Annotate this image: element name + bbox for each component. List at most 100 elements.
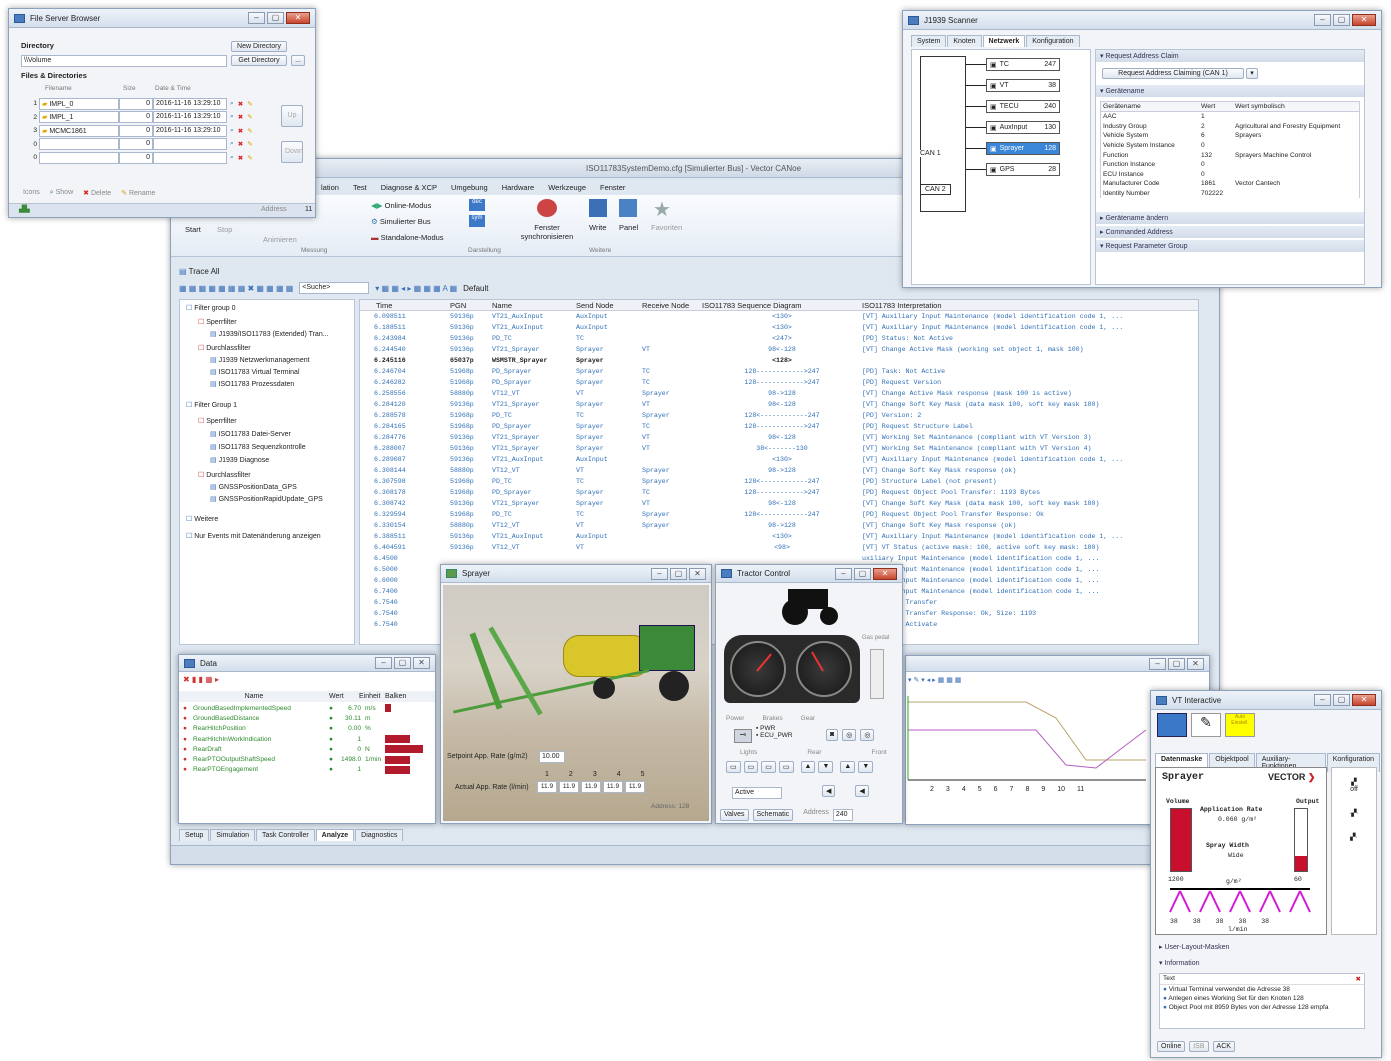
tab-knoten[interactable]: Knoten [947,35,982,47]
col-pgn[interactable]: PGN [450,301,492,310]
light-right-button[interactable]: ▭ [743,761,759,773]
request-pg-section[interactable]: ▾ Request Parameter Group [1096,240,1364,253]
gear-n-button[interactable]: ◙ [826,729,839,741]
online-mode-button[interactable]: ◀▶ Online-Modus [371,201,431,210]
trace-row[interactable]: 6.244540 59136p VT21_Sprayer Sprayer VT 98<-1… [360,344,1198,355]
rename-icon[interactable]: ✎ [247,140,253,148]
show-icon[interactable]: ⌕ [230,154,234,162]
filter-item[interactable]: ▤ GNSSPositionRapidUpdate_GPS [210,495,323,503]
data-col-value[interactable]: Wert [329,693,359,700]
trace-row[interactable]: 6.258556 58880p VT12_VT VT Sprayer 98->128 [VT… [360,388,1198,399]
softkey-auto[interactable]: Auto Einstell. [1225,713,1255,737]
node-box-tecu[interactable]: ▣ TECU 240 [986,100,1060,113]
delete-button[interactable]: ✖ Delete [83,189,111,197]
name-row[interactable]: Vehicle System 6 Sprayers [1100,131,1360,141]
file-row[interactable]: 2 ▰ IMPL_1 0 2016-11-16 13:29:10 ⌕ ✖ ✎ [27,111,277,125]
date-field[interactable] [153,151,227,164]
filename-field[interactable]: ▰ IMPL_0 [39,97,119,110]
rename-icon[interactable]: ✎ [247,113,253,121]
show-icon[interactable]: ⌕ [230,113,234,121]
default-dropdown[interactable]: Default [463,284,488,293]
request-address-button[interactable]: Request Address Claiming (CAN 1) [1102,68,1244,79]
filter-group-header[interactable]: ☐ Filter Group 1 [186,401,346,409]
ribbon-tab-simulation[interactable]: lation [321,183,339,192]
trace-row[interactable]: 6.289087 59136p VT21_AuxInput AuxInput <130>… [360,454,1198,465]
clear-icon[interactable]: ✖ [1356,975,1361,983]
name-row[interactable]: AAC 1 [1100,112,1360,122]
fsb-col-size[interactable]: Size [123,85,155,92]
col-name[interactable]: Name [492,301,576,310]
browse-button[interactable]: ... [291,55,305,66]
filter-item[interactable]: ▤ ISO11783 Virtual Terminal [210,368,300,376]
filter-item[interactable]: ▤ J1939 Diagnose [210,456,269,464]
sync-window-button[interactable]: Fenster synchronisieren [519,223,575,241]
filename-field[interactable] [39,138,119,151]
filter-item[interactable]: ▤ J1939/ISO11783 (Extended) Tran... [210,330,329,338]
toolbar-icons-2[interactable]: ▾ ▦ ▦ ◂ ▸ ▦ ▦ ▦ A ▦ [375,284,457,293]
valves-tab[interactable]: Valves [720,809,749,821]
rear-up-button[interactable]: ▲ [800,761,816,773]
filter-group-header[interactable]: ☐ Filter group 0 [186,304,346,312]
tab-system[interactable]: System [911,35,947,47]
data-col-bar[interactable]: Balken [385,693,406,700]
delete-icon[interactable]: ✖ [238,127,244,135]
write-button[interactable]: Write [589,223,606,232]
get-directory-button[interactable]: Get Directory [231,55,287,66]
show-button[interactable]: ⌕ Show [50,189,73,197]
filter-item[interactable]: ▤ J1939 Netzwerkmanagement [210,356,310,364]
filter-group-header[interactable]: ☐ Weitere [186,515,346,523]
tab-konfiguration[interactable]: Konfiguration [1026,35,1080,47]
name-row[interactable]: ECU Instance 0 [1100,169,1360,180]
trace-row[interactable]: 6.243984 59136p PD_TC TC <247> [PD] Status: N… [360,333,1198,344]
sprayer-max-button[interactable]: ▢ [670,567,687,580]
fsb-max-button[interactable]: ▢ [267,12,284,24]
data-close-button[interactable]: ✕ [413,657,430,669]
trace-row[interactable]: 6.288578 51968p PD_TC TC Sprayer 128<--------… [360,410,1198,421]
tab-simulation[interactable]: Simulation [210,829,255,841]
name-row[interactable]: Industry Group 2 Agricultural and Forestry… [1100,121,1360,132]
directory-input[interactable]: \\Volume [21,55,227,67]
data-row[interactable]: ● RearPTOEngagement ● 1 [179,765,435,775]
data-row[interactable]: ● RearPTOOutputShaftSpeed ● 1498.0 1/min [179,754,435,764]
animate-button[interactable]: Animieren [263,235,297,244]
data-max-button[interactable]: ▢ [394,657,411,669]
front-down-button[interactable]: ▼ [858,761,874,773]
data-col-name[interactable]: Name [179,693,329,700]
softkey-sprayer[interactable] [1157,713,1187,737]
standalone-button[interactable]: ▬ Standalone-Modus [371,233,444,242]
tractor-close-button[interactable]: ✕ [873,567,897,580]
rename-button[interactable]: ✎ Rename [121,189,155,197]
j1939-min-button[interactable]: – [1314,14,1331,26]
j1939-close-button[interactable]: ✕ [1352,14,1376,26]
tab-setup[interactable]: Setup [179,829,210,841]
pwr-checkbox[interactable]: ▪ PWR [756,725,793,732]
hitch-right-button[interactable]: ◀ [855,785,869,797]
setpoint-input[interactable]: 10.00 [539,751,565,763]
delete-icon[interactable]: ✖ [238,140,244,148]
isb-button[interactable]: ISB [1189,1041,1209,1052]
trace-row[interactable]: 6.404591 59136p VT12_VT VT <98> [VT] VT Statu… [360,542,1198,553]
gear-1-button[interactable]: ◎ [842,729,857,741]
node-box-gps[interactable]: ▣ GPS 28 [986,163,1060,176]
data-row[interactable]: ● GroundBasedDistance ● 30.11 m [179,713,435,723]
name-row[interactable]: Vehicle System Instance 0 [1100,140,1360,151]
file-row[interactable]: 0 0 ⌕ ✖ ✎ [27,138,277,152]
col-interp[interactable]: ISO11783 Interpretation [862,301,942,310]
filter-item[interactable]: ☐ Sperrfilter [198,417,237,425]
request-dropdown[interactable]: ▾ [1246,68,1258,79]
rename-icon[interactable]: ✎ [247,127,253,135]
filename-field[interactable]: ▰ MCMC1861 [39,124,119,137]
fsb-min-button[interactable]: – [248,12,265,24]
filter-item[interactable]: ▤ ISO11783 Sequenzkontrolle [210,443,306,451]
file-row[interactable]: 3 ▰ MCMC1861 0 2016-11-16 13:29:10 ⌕ ✖ ✎ [27,124,277,138]
filter-item[interactable]: ▤ GNSSPositionData_GPS [210,483,297,491]
sym-icon[interactable]: sym [469,215,485,227]
trace-row[interactable]: 6.388511 59136p VT21_AuxInput AuxInput <130>… [360,531,1198,542]
date-field[interactable] [153,138,227,151]
size-field[interactable]: 0 [119,138,153,151]
filter-item[interactable]: ☐ Nur Events mit Datenänderung anzeigen [186,532,321,540]
vt-min-button[interactable]: – [1314,694,1331,706]
tab-analyze[interactable]: Analyze [315,829,355,841]
file-row[interactable]: 1 ▰ IMPL_0 0 2016-11-16 13:29:10 ⌕ ✖ ✎ [27,97,277,111]
name-row[interactable]: Function 132 Sprayers Machine Control [1100,150,1360,160]
